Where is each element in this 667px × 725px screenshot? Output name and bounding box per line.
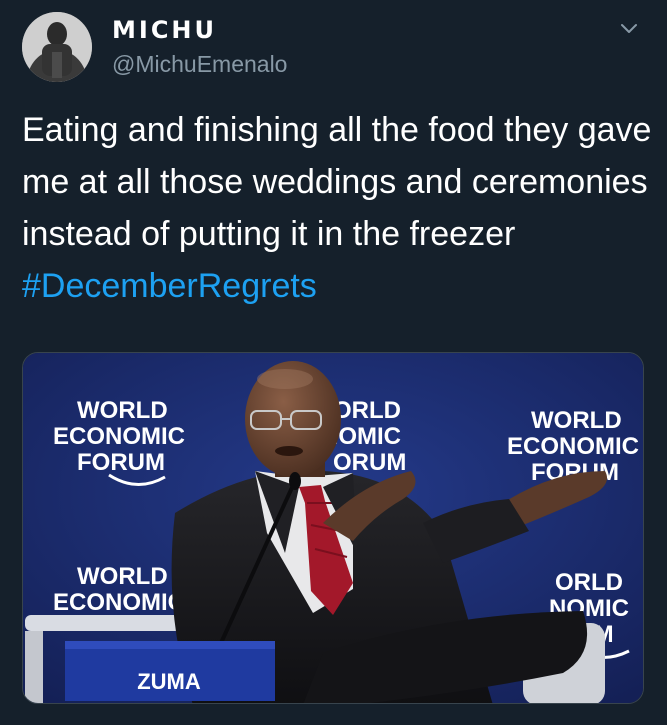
svg-text:WORLD: WORLD xyxy=(77,563,168,590)
user-handle[interactable]: @MichuEmenalo xyxy=(112,50,287,78)
svg-text:ECONOMIC: ECONOMIC xyxy=(507,433,639,460)
logo-line-2: ECONOMIC xyxy=(53,423,185,450)
tweet-media-photo[interactable]: WORLD ECONOMIC FORUM ORLD NOMIC ORUM WOR… xyxy=(22,352,644,704)
logo-line-3: FORUM xyxy=(77,449,165,476)
svg-text:ORLD: ORLD xyxy=(333,397,401,424)
photo-scene: WORLD ECONOMIC FORUM ORLD NOMIC ORUM WOR… xyxy=(23,353,643,703)
tweet-card: MICHU @MichuEmenalo Eating and finishing… xyxy=(0,0,667,725)
svg-text:WORLD: WORLD xyxy=(531,407,622,434)
nameplate-text: ZUMA xyxy=(137,669,201,694)
tweet-text-body: Eating and finishing all the food they g… xyxy=(22,111,652,253)
avatar-image xyxy=(22,12,92,82)
chevron-down-icon[interactable] xyxy=(616,16,642,42)
svg-text:ECONOMIC: ECONOMIC xyxy=(53,589,185,616)
hashtag-link[interactable]: #DecemberRegrets xyxy=(22,267,317,305)
avatar[interactable] xyxy=(22,12,92,82)
tweet-text: Eating and finishing all the food they g… xyxy=(22,104,652,312)
svg-text:ORLD: ORLD xyxy=(555,569,623,596)
nameplate: ZUMA xyxy=(65,641,275,701)
logo-line-1: WORLD xyxy=(77,397,168,424)
svg-text:ORUM: ORUM xyxy=(333,449,406,476)
display-name[interactable]: MICHU xyxy=(112,16,217,44)
